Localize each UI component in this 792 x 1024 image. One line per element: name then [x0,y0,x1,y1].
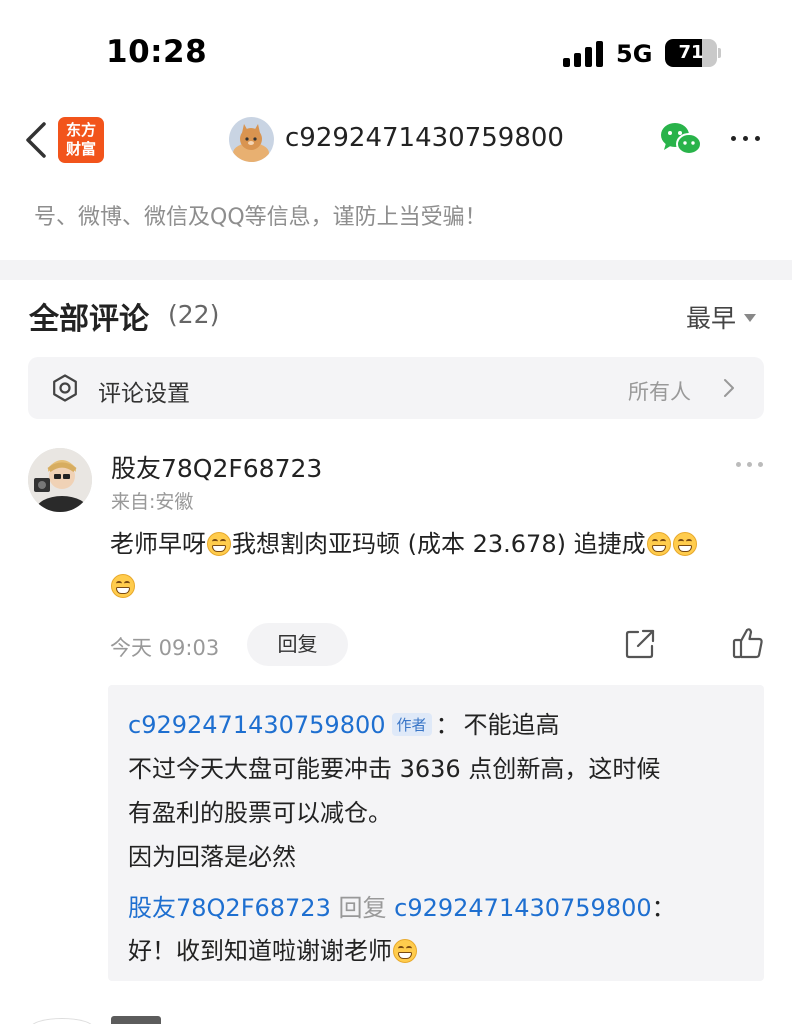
reply-line-4: 因为回落是必然 [128,843,296,871]
sub-reply-target-link[interactable]: c9292471430759800 [394,894,652,922]
grin-emoji-icon [207,532,231,556]
reply-line-3: 有盈利的股票可以减仓。 [128,799,392,827]
wechat-share-button[interactable] [660,121,702,157]
cat-avatar-icon [229,117,274,162]
grin-emoji-icon [646,532,671,556]
back-button[interactable] [22,120,54,160]
comment-username[interactable]: 股友78Q2F68723 [111,449,322,485]
user-photo-avatar-icon [28,448,92,512]
sort-label: 最早 [686,304,737,333]
wechat-icon [661,123,702,155]
caret-down-icon [744,314,757,322]
grin-emoji-icon [111,574,135,598]
comment-time: 今天 09:03 [110,636,220,660]
comment-more-button[interactable] [735,460,765,470]
grin-emoji-icon [393,939,417,963]
comment-location: 来自:安徽 [111,491,194,513]
battery-level: 71 [678,42,704,63]
battery-icon: 71 [665,39,721,67]
more-options-button[interactable] [729,128,763,148]
chevron-right-icon [724,379,734,397]
comment-text: 老师早呀 我想割肉亚玛顿 (成本 23.678) 追捷成 [110,523,764,607]
sub-reply-text-line: 好！收到知道啦谢谢老师 [128,931,418,966]
commenter-avatar[interactable] [28,448,92,512]
comment-text-part-b: 我想割肉亚玛顿 (成本 23.678) 追捷成 [232,530,646,558]
gear-icon [53,374,77,402]
sort-dropdown[interactable]: 最早 [686,299,757,333]
reply-line-2: 不过今天大盘可能要冲击 3636 点创新高，这时候 [128,755,661,783]
sub-reply-user-link[interactable]: 股友78Q2F68723 [128,894,331,922]
share-icon[interactable] [624,628,656,660]
thumbs-up-icon[interactable] [732,626,764,660]
reply-text-1: 不能追高 [463,711,560,739]
comment-text-part-a: 老师早呀 [110,530,206,558]
notice-banner: 号、微博、微信及QQ等信息，谨防上当受骗！ [0,180,792,260]
notice-text: 号、微博、微信及QQ等信息，谨防上当受骗！ [34,205,487,230]
notice-previous-line-cut [34,180,674,184]
cellular-signal-icon [563,41,605,67]
author-badge: 作者 [391,713,432,736]
comment-settings-row[interactable]: 评论设置 所有人 [28,357,764,419]
nav-bar: 东方 财富 c9292471430759800 [0,100,792,180]
settings-value: 所有人 [628,380,691,404]
reply-thread: c9292471430759800 作者：不能追高 不过今天大盘可能要冲击 363… [108,685,764,981]
status-time: 10:28 [106,34,208,70]
sub-reply-text: 好！收到知道啦谢谢老师 [128,937,392,965]
next-comment-username-partial [111,1016,161,1024]
reply-button[interactable]: 回复 [247,623,348,666]
author-avatar[interactable] [229,117,274,162]
sub-reply-header: 股友78Q2F68723 回复 c9292471430759800： [128,894,676,922]
settings-label: 评论设置 [98,381,190,407]
grin-emoji-icon [672,532,697,556]
section-divider [0,260,792,280]
network-type: 5G [616,40,653,68]
author-name[interactable]: c9292471430759800 [285,123,564,153]
app-logo[interactable]: 东方 财富 [58,117,104,163]
next-comment-avatar-partial [30,1018,94,1024]
reply-line-1: c9292471430759800 作者：不能追高 [128,711,560,739]
chevron-left-icon [26,122,46,158]
status-bar: 10:28 5G 71 [0,0,792,100]
comments-heading: 全部评论 [29,302,149,337]
reply-author-link[interactable]: c9292471430759800 [128,711,386,739]
comments-count: (22) [168,300,220,329]
